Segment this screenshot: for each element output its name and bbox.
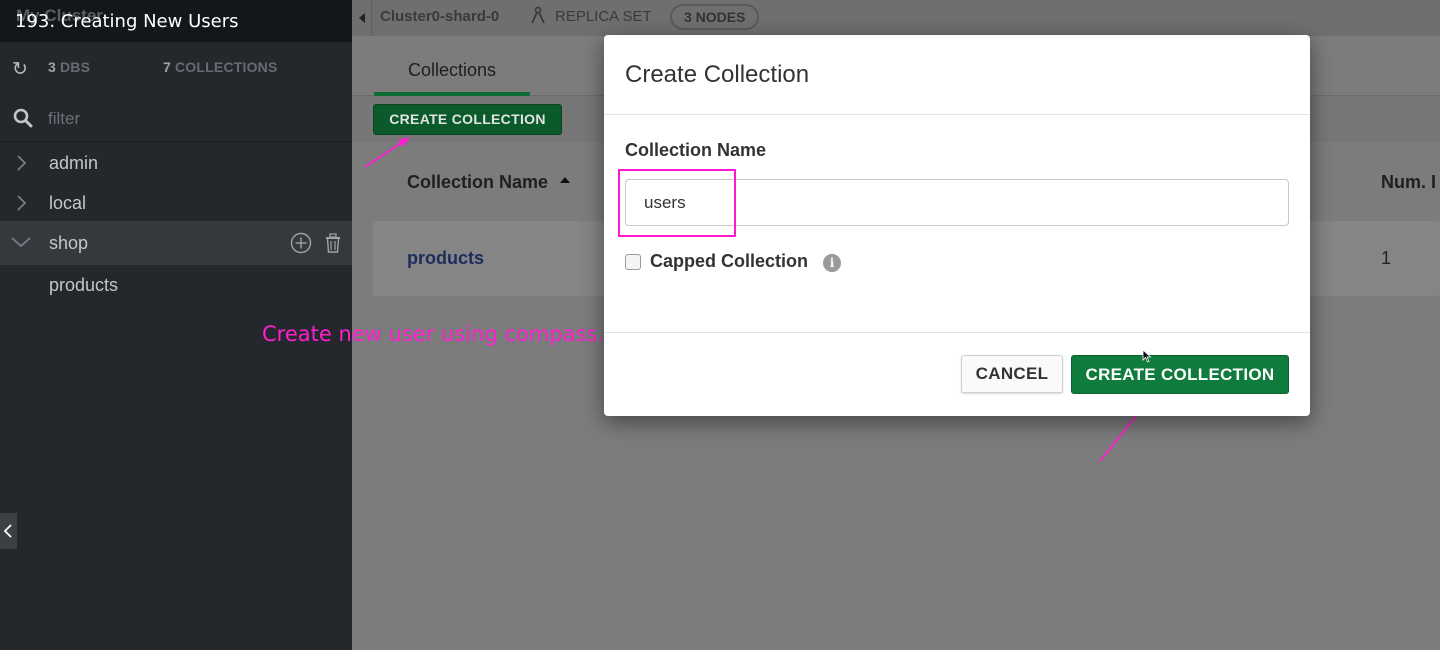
instance-header: Cluster0-shard-0 REPLICA SET 3 NODES [352, 0, 1440, 36]
tab-collections[interactable]: Collections [374, 48, 530, 96]
collection-name-link[interactable]: products [407, 248, 484, 269]
collections-count: 7 [163, 59, 171, 75]
filter-input[interactable] [48, 105, 338, 133]
nodes-badge: 3 NODES [670, 4, 760, 30]
sidebar-item-admin[interactable]: admin [0, 143, 352, 183]
dbs-label: DBS [60, 59, 91, 75]
sidebar-collection-label: products [49, 275, 119, 295]
column-header-num-indexes[interactable]: Num. I [1381, 172, 1436, 193]
dbs-count: 3 [48, 59, 56, 75]
modal-title: Create Collection [625, 61, 810, 88]
info-icon[interactable]: i [823, 254, 841, 272]
sidebar-item-local[interactable]: local [0, 183, 352, 223]
num-indexes-value: 1 [1381, 248, 1392, 268]
refresh-icon[interactable]: ↻ [12, 58, 28, 81]
trash-icon[interactable] [323, 232, 343, 254]
topology-label: REPLICA SET [555, 8, 652, 25]
create-collection-button[interactable]: CREATE COLLECTION [373, 104, 562, 135]
video-title: 193. Creating New Users [15, 11, 239, 32]
collapse-sidebar-button[interactable] [0, 513, 17, 549]
mouse-cursor-icon [1142, 349, 1152, 363]
sidebar-item-shop[interactable]: shop [0, 221, 352, 265]
stats-row: ↻ 3 DBS 7 COLLECTIONS [0, 44, 352, 94]
collections-stat: 7 COLLECTIONS [163, 59, 278, 75]
chevron-right-icon[interactable] [14, 193, 30, 213]
add-circle-icon[interactable] [290, 232, 312, 254]
chevron-left-icon [3, 524, 12, 538]
cancel-button[interactable]: CANCEL [961, 355, 1063, 393]
create-collection-modal: Create Collection Collection Name Capped… [604, 35, 1310, 416]
video-title-bar: My Cluster 193. Creating New Users [0, 0, 352, 42]
sidebar-item-label: shop [49, 233, 89, 253]
shard-name: Cluster0-shard-0 [380, 8, 500, 25]
modal-footer-divider [604, 332, 1310, 333]
annotation-text: Create new user using compass. [262, 322, 605, 346]
caret-left-icon [359, 13, 365, 23]
filter-row [0, 96, 352, 142]
search-icon [13, 108, 33, 128]
capped-collection-label[interactable]: Capped Collection [650, 251, 808, 272]
sidebar-collection-products[interactable]: products [0, 266, 352, 304]
capped-collection-checkbox[interactable] [625, 254, 641, 270]
back-button[interactable] [352, 0, 372, 36]
column-header-label: Collection Name [407, 172, 549, 192]
column-header-collection-name[interactable]: Collection Name [407, 172, 571, 193]
collection-name-label: Collection Name [625, 140, 767, 160]
annotation-highlight-box [618, 169, 736, 237]
collections-label: COLLECTIONS [175, 59, 278, 75]
sort-asc-icon [560, 177, 571, 183]
sidebar-item-label: admin [49, 153, 99, 173]
replica-set-icon [531, 6, 545, 24]
dbs-stat: 3 DBS [48, 59, 90, 75]
sidebar-item-label: local [49, 193, 87, 213]
modal-header: Create Collection [604, 35, 1310, 115]
confirm-create-collection-button[interactable]: CREATE COLLECTION [1071, 355, 1289, 394]
chevron-right-icon[interactable] [14, 153, 30, 173]
chevron-down-icon[interactable] [10, 233, 32, 253]
